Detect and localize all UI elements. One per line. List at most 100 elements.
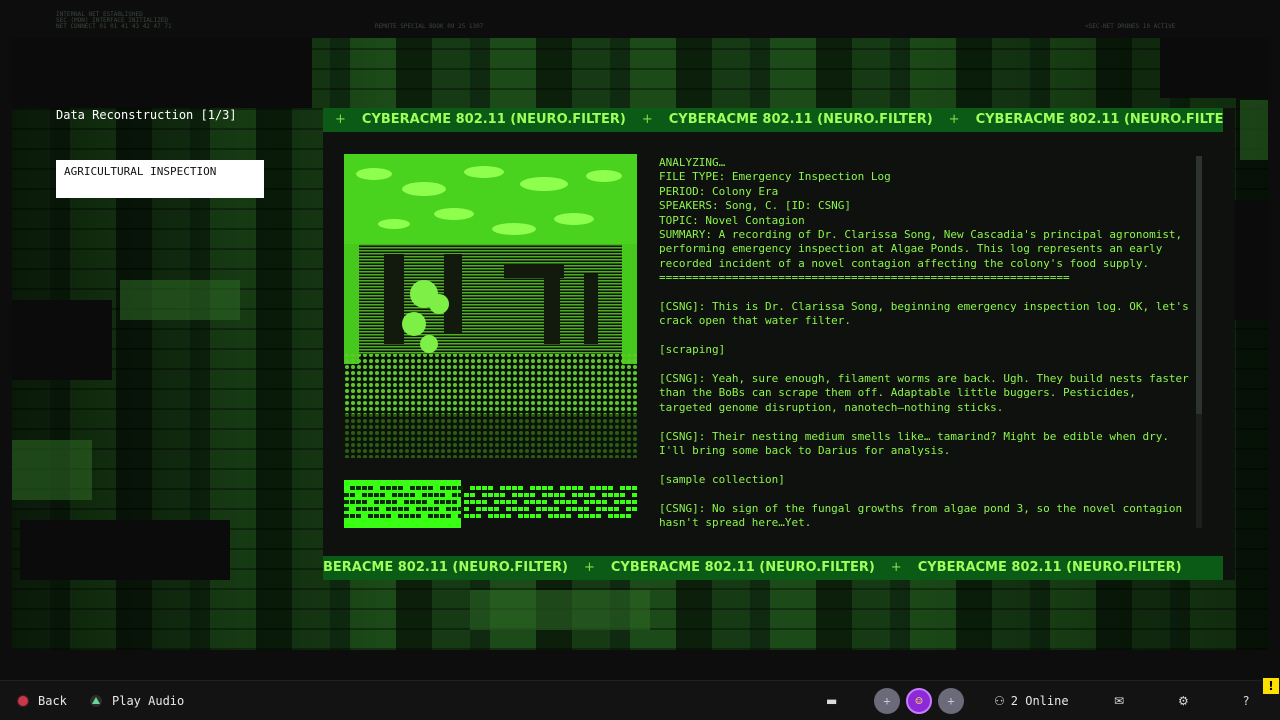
- log-line: SPEAKERS: Song, C. [ID: CSNG]: [659, 199, 852, 213]
- waveform-segment: [554, 507, 559, 511]
- waveform-segment: [518, 493, 523, 497]
- waveform-segment: [464, 507, 469, 511]
- log-line: TOPIC: Novel Contagion: [659, 213, 805, 227]
- log-line: [CSNG]: Their nesting medium smells like…: [659, 429, 1176, 458]
- waveform-segment: [446, 486, 451, 490]
- waveform-segment: [620, 493, 625, 497]
- waveform-segment: [350, 514, 355, 518]
- waveform-segment: [530, 514, 535, 518]
- log-line: ========================================…: [659, 271, 1070, 285]
- online-indicator[interactable]: ⚇ 2 Online: [994, 681, 1069, 720]
- banner-text: CYBERACME 802.11 (NEURO.FILTER): [975, 112, 1223, 127]
- waveform-segment: [392, 486, 397, 490]
- settings-button[interactable]: ⚙: [1178, 681, 1189, 720]
- banner-text: CYBERACME 802.11 (NEURO.FILTER): [610, 560, 875, 575]
- waveform-segment: [410, 514, 415, 518]
- avatar-glyph: ☺: [915, 694, 923, 708]
- waveform-segment: [410, 486, 415, 490]
- waveform-segment: [386, 507, 391, 511]
- mail-icon: ✉: [1114, 694, 1125, 708]
- waveform-segment: [578, 486, 583, 490]
- gear-icon: ⚙: [1178, 694, 1189, 708]
- log-line: [CSNG]: No sign of the fungal growths fr…: [659, 501, 1189, 530]
- waveform-segment: [584, 493, 589, 497]
- waveform-segment: [512, 500, 517, 504]
- waveform-segment: [602, 493, 607, 497]
- waveform-segment: [536, 486, 541, 490]
- waveform-segment: [428, 486, 433, 490]
- chat-button[interactable]: ▬: [826, 681, 837, 720]
- waveform-segment: [356, 507, 361, 511]
- waveform-segment: [368, 493, 373, 497]
- waveform-segment: [524, 514, 529, 518]
- log-line: PERIOD: Colony Era: [659, 184, 779, 198]
- banner-text: CYBERACME 802.11 (NEURO.FILTER): [917, 560, 1182, 575]
- waveform-segment: [428, 507, 433, 511]
- waveform-segment: [506, 486, 511, 490]
- waveform-segment: [392, 493, 397, 497]
- waveform-segment: [362, 493, 367, 497]
- waveform-segment: [554, 500, 559, 504]
- log-scrollbar-thumb[interactable]: [1196, 156, 1202, 414]
- waveform-segment: [488, 507, 493, 511]
- help-icon: ?: [1243, 694, 1250, 708]
- waveform-segment: [464, 493, 469, 497]
- log-spacer: [659, 286, 1189, 300]
- add-player-slot[interactable]: +: [938, 688, 964, 714]
- waveform-segment: [380, 500, 385, 504]
- log-line: ANALYZING…: [659, 156, 726, 169]
- banner-separator: +: [641, 112, 653, 127]
- waveform-segment: [482, 500, 487, 504]
- mail-button[interactable]: ✉: [1114, 681, 1124, 720]
- waveform-segment: [482, 493, 487, 497]
- waveform-segment: [482, 507, 487, 511]
- waveform-segment: [578, 493, 583, 497]
- help-button[interactable]: ?: [1243, 681, 1249, 720]
- warning-icon[interactable]: !: [1263, 678, 1279, 694]
- waveform-segment: [476, 486, 481, 490]
- waveform-segment: [560, 500, 565, 504]
- log-spacer: [659, 487, 1189, 501]
- log-line: SUMMARY: A recording of Dr. Clarissa Son…: [659, 228, 1189, 270]
- waveform-segment: [446, 500, 451, 504]
- waveform-segment: [386, 514, 391, 518]
- reconstruction-title: Data Reconstruction [1/3]: [56, 108, 237, 122]
- waveform-segment: [584, 507, 589, 511]
- add-player-slot[interactable]: +: [874, 688, 900, 714]
- waveform-segment: [434, 493, 439, 497]
- waveform-segment: [404, 493, 409, 497]
- waveform-segment: [614, 514, 619, 518]
- waveform-segment: [434, 514, 439, 518]
- log-scrollbar[interactable]: [1196, 156, 1202, 528]
- plus-icon: +: [947, 694, 955, 708]
- banner-separator: +: [890, 560, 902, 575]
- waveform-segment: [398, 514, 403, 518]
- play-audio-button[interactable]: Play Audio: [90, 681, 184, 720]
- back-button[interactable]: Back: [18, 681, 67, 720]
- waveform-segment: [344, 514, 349, 518]
- player-avatar[interactable]: ☺: [906, 688, 932, 714]
- banner-text: CYBERACME 802.11 (NEURO.FILTER): [361, 112, 626, 127]
- waveform-segment: [404, 514, 409, 518]
- waveform-segment: [452, 493, 457, 497]
- waveform-segment: [536, 507, 541, 511]
- log-spacer: [659, 329, 1189, 343]
- log-spacer: [659, 415, 1189, 429]
- waveform-segment: [446, 514, 451, 518]
- waveform-segment: [578, 507, 583, 511]
- audio-waveform[interactable]: [344, 480, 637, 528]
- banner-text: CYBERACME 802.11 (NEURO.FILTER): [668, 112, 933, 127]
- waveform-segment: [362, 507, 367, 511]
- log-spacer: [659, 358, 1189, 372]
- waveform-segment: [626, 486, 631, 490]
- waveform-segment: [464, 514, 469, 518]
- waveform-segment: [398, 493, 403, 497]
- waveform-segment: [626, 514, 631, 518]
- log-line: [CSNG]: Yeah, sure enough, filament worm…: [659, 372, 1189, 414]
- bottom-bar: Back Play Audio ▬ + ☺ + ⚇ 2 Online ✉ ⚙ ?: [0, 680, 1280, 720]
- waveform-segment: [596, 486, 601, 490]
- waveform-segment: [356, 500, 361, 504]
- waveform-segment: [518, 514, 523, 518]
- waveform-segment: [566, 500, 571, 504]
- entry-agricultural-inspection[interactable]: AGRICULTURAL INSPECTION: [56, 160, 264, 198]
